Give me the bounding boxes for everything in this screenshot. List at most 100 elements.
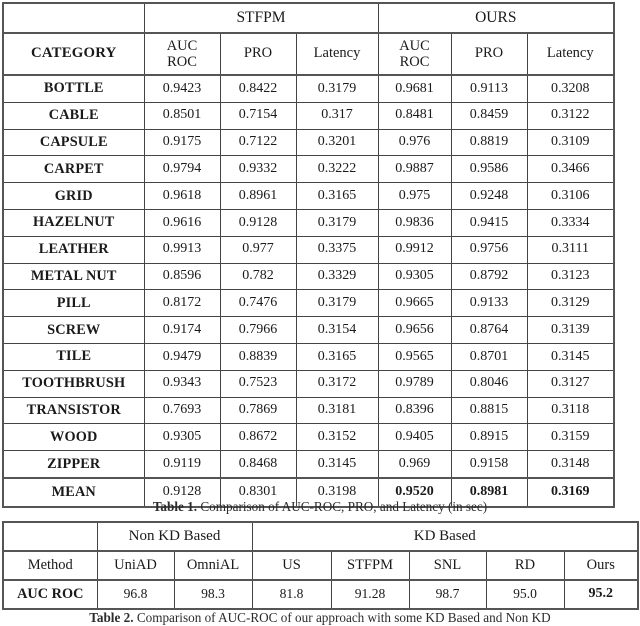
cell-value: 0.9113 — [450, 74, 528, 103]
column-header-us: US — [251, 550, 332, 581]
cell-value: 0.3122 — [526, 101, 616, 130]
cell-value: 0.3109 — [526, 128, 616, 157]
table-row: LEATHER 0.9913 0.977 0.3375 0.9912 0.9756 0.31… — [2, 235, 616, 264]
cell-category: CABLE — [2, 101, 145, 130]
table-2-column-header-row: Method UniAD OmniAL US STFPM SNL RD Ours — [2, 550, 640, 581]
table-row: CABLE 0.8501 0.7154 0.317 0.8481 0.8459 0.3122 — [2, 101, 616, 130]
table-1-caption: Table 1. Comparison of AUC-ROC, PRO, and… — [0, 499, 640, 515]
table-2-group-header-row: Non KD Based KD Based — [2, 521, 640, 552]
cell-value: 0.9913 — [143, 235, 221, 264]
cell-category: CARPET — [2, 155, 145, 184]
table-row: HAZELNUT 0.9616 0.9128 0.3179 0.9836 0.9415 0.… — [2, 208, 616, 237]
cell-value: 0.3179 — [295, 289, 379, 318]
cell-value: 0.9656 — [377, 316, 452, 344]
cell-value: 0.3334 — [526, 208, 616, 237]
column-header-rd: RD — [485, 550, 565, 581]
cell-value: 0.3222 — [295, 155, 379, 184]
cell-value: 0.9415 — [450, 208, 528, 237]
cell-value: 0.9158 — [450, 450, 528, 479]
auc-roc-comparison-table: Non KD Based KD Based Method UniAD OmniAL U… — [2, 521, 640, 610]
cell-value: 0.8764 — [450, 316, 528, 344]
column-header-stfpm-pro: PRO — [219, 32, 297, 76]
cell-value: 0.9836 — [377, 208, 452, 237]
cell-value: 0.3139 — [526, 316, 616, 344]
cell-value: 0.3201 — [295, 128, 379, 157]
cell-category: CAPSULE — [2, 128, 145, 157]
auc-pro-latency-table: STFPM OURS CATEGORY AUC ROC PRO Latency … — [2, 2, 616, 508]
cell-value: 0.782 — [219, 262, 297, 291]
column-header-stfpm: STFPM — [330, 550, 410, 581]
cell-value: 0.8596 — [143, 262, 221, 291]
cell-value: 0.976 — [377, 128, 452, 157]
cell-value: 0.7966 — [219, 316, 297, 344]
cell-category: TOOTHBRUSH — [2, 369, 145, 398]
cell-value: 0.3159 — [526, 423, 616, 452]
cell-value: 0.3165 — [295, 182, 379, 210]
cell-value: 0.9681 — [377, 74, 452, 103]
cell-value: 0.9794 — [143, 155, 221, 184]
column-header-ours-pro: PRO — [450, 32, 528, 76]
table-2-data-row: AUC ROC 96.8 98.3 81.8 91.28 98.7 95.0 95.2 — [2, 579, 640, 610]
cell-value: 0.9565 — [377, 342, 452, 371]
cell-value: 0.9119 — [143, 450, 221, 479]
group-header-stfpm: STFPM — [143, 2, 379, 34]
column-header-ours-auc-roc: AUC ROC — [377, 32, 452, 76]
column-header-method: Method — [2, 550, 98, 581]
cell-value: 0.3152 — [295, 423, 379, 452]
cell-value: 98.3 — [173, 579, 253, 610]
cell-value: 96.8 — [96, 579, 175, 610]
cell-value: 0.3127 — [526, 369, 616, 398]
cell-value: 0.9128 — [219, 208, 297, 237]
cell-value: 0.9405 — [377, 423, 452, 452]
cell-value: 0.975 — [377, 182, 452, 210]
group-header-non-kd-based: Non KD Based — [96, 521, 253, 552]
cell-value: 0.9756 — [450, 235, 528, 264]
cell-value: 0.9305 — [377, 262, 452, 291]
cell-category: METAL NUT — [2, 262, 145, 291]
cell-value: 0.3148 — [526, 450, 616, 479]
column-header-category: CATEGORY — [2, 32, 145, 76]
auc-label-line-1: AUC — [166, 37, 198, 54]
cell-value: 0.8792 — [450, 262, 528, 291]
cell-value: 0.9887 — [377, 155, 452, 184]
cell-category: SCREW — [2, 316, 145, 344]
table-1-group-header-row: STFPM OURS — [2, 2, 616, 34]
table-row: TOOTHBRUSH 0.9343 0.7523 0.3172 0.9789 0.8046… — [2, 369, 616, 398]
auc-label-line-2: ROC — [167, 54, 197, 70]
group-header-blank — [2, 521, 98, 552]
group-header-kd-based: KD Based — [251, 521, 640, 552]
caption-2-text: Comparison of AUC-ROC of our approach wi… — [133, 610, 551, 625]
cell-value: 0.3106 — [526, 182, 616, 210]
cell-value: 0.3129 — [526, 289, 616, 318]
cell-value: 0.8672 — [219, 423, 297, 452]
cell-value: 0.3123 — [526, 262, 616, 291]
cell-value: 0.969 — [377, 450, 452, 479]
cell-value: 0.3181 — [295, 396, 379, 425]
cell-value: 0.9789 — [377, 369, 452, 398]
cell-value: 0.3118 — [526, 396, 616, 425]
cell-value: 0.8172 — [143, 289, 221, 318]
cell-value: 0.9174 — [143, 316, 221, 344]
cell-value: 0.8915 — [450, 423, 528, 452]
cell-value: 0.9618 — [143, 182, 221, 210]
cell-value: 0.7693 — [143, 396, 221, 425]
cell-value: 0.9332 — [219, 155, 297, 184]
cell-category: LEATHER — [2, 235, 145, 264]
table-row: TRANSISTOR 0.7693 0.7869 0.3181 0.8396 0.8815… — [2, 396, 616, 425]
column-header-snl: SNL — [408, 550, 487, 581]
cell-category: WOOD — [2, 423, 145, 452]
cell-value: 0.9343 — [143, 369, 221, 398]
cell-value: 0.8701 — [450, 342, 528, 371]
caption-1-label: Table 1. — [152, 499, 198, 514]
column-header-ours-latency: Latency — [526, 32, 616, 76]
column-header-stfpm-auc-roc: AUC ROC — [143, 32, 221, 76]
table-row: CARPET 0.9794 0.9332 0.3222 0.9887 0.9586 0.34… — [2, 155, 616, 184]
cell-value: 0.317 — [295, 101, 379, 130]
cell-category: TILE — [2, 342, 145, 371]
cell-value: 0.3154 — [295, 316, 379, 344]
cell-value: 0.3111 — [526, 235, 616, 264]
cell-value: 0.8839 — [219, 342, 297, 371]
cell-value: 81.8 — [251, 579, 332, 610]
cell-value: 91.28 — [330, 579, 410, 610]
cell-value: 95.0 — [485, 579, 565, 610]
